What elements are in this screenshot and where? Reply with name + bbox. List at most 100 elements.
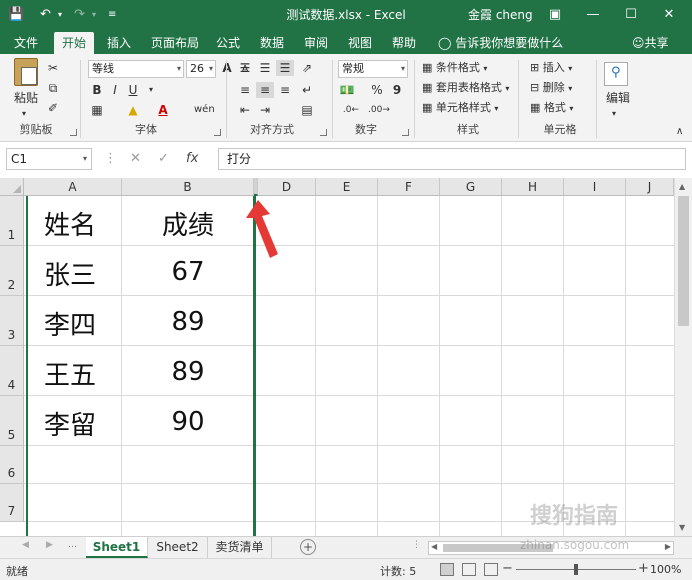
- editing-button[interactable]: 编辑: [606, 90, 630, 106]
- number-launcher-icon[interactable]: [402, 129, 409, 136]
- scroll-right-icon[interactable]: ▶: [665, 542, 671, 551]
- tab-help[interactable]: 帮助: [386, 32, 422, 54]
- vertical-scroll-thumb[interactable]: [678, 196, 689, 326]
- column-header-h[interactable]: H: [502, 178, 564, 196]
- close-icon[interactable]: ✕: [658, 4, 680, 26]
- delete-cells-button[interactable]: ⊟ 删除 ▾: [530, 80, 572, 97]
- ribbon-display-icon[interactable]: ▣: [544, 4, 566, 26]
- page-layout-view-icon[interactable]: [462, 563, 476, 576]
- tab-home[interactable]: 开始: [54, 32, 94, 54]
- column-header-a[interactable]: A: [24, 178, 122, 196]
- tab-page-layout[interactable]: 页面布局: [146, 32, 204, 54]
- collapse-ribbon-icon[interactable]: ∧: [676, 124, 683, 140]
- format-cells-button[interactable]: ▦ 格式 ▾: [530, 100, 573, 117]
- font-name-select[interactable]: 等线 ▾: [88, 60, 184, 78]
- cell-b5[interactable]: 90: [122, 402, 254, 442]
- column-header-i[interactable]: I: [564, 178, 626, 196]
- cell-a3[interactable]: 李四: [44, 306, 96, 346]
- formula-input[interactable]: 打分: [218, 148, 686, 170]
- column-header-j[interactable]: J: [626, 178, 674, 196]
- insert-cells-button[interactable]: ⊞ 插入 ▾: [530, 60, 572, 77]
- zoom-level[interactable]: 100%: [650, 563, 681, 576]
- user-name[interactable]: 金霞 cheng: [468, 6, 533, 24]
- cancel-icon[interactable]: ✕: [130, 148, 141, 170]
- column-header-b[interactable]: B: [122, 178, 254, 196]
- bold-button[interactable]: B: [88, 82, 106, 98]
- zoom-in-button[interactable]: +: [638, 561, 649, 576]
- column-header-g[interactable]: G: [440, 178, 502, 196]
- copy-icon[interactable]: ⧉: [44, 80, 62, 96]
- add-sheet-button[interactable]: +: [300, 539, 316, 555]
- font-color-icon[interactable]: A: [154, 102, 172, 118]
- minimize-icon[interactable]: —: [582, 4, 604, 26]
- formula-bar-options-icon[interactable]: ⋮: [104, 148, 117, 170]
- maximize-icon[interactable]: ☐: [620, 4, 642, 26]
- row-header-5[interactable]: 5: [0, 396, 24, 446]
- align-right-icon[interactable]: ≡: [276, 82, 294, 98]
- page-break-view-icon[interactable]: [484, 563, 498, 576]
- paste-icon[interactable]: [14, 58, 38, 86]
- phonetic-icon[interactable]: wén: [194, 102, 215, 118]
- clipboard-launcher-icon[interactable]: [70, 129, 77, 136]
- name-box[interactable]: C1 ▾: [6, 148, 92, 170]
- column-header-e[interactable]: E: [316, 178, 378, 196]
- cut-icon[interactable]: ✂: [44, 60, 62, 76]
- cell-a5[interactable]: 李留: [44, 406, 96, 446]
- row-header-1[interactable]: 1: [0, 196, 24, 246]
- vertical-scrollbar[interactable]: ▲ ▼: [674, 178, 692, 536]
- worksheet-grid[interactable]: A B D E F G H I J 1 2 3 4 5 6 7 姓名 成绩 张三…: [0, 178, 692, 536]
- wrap-text-icon[interactable]: ↵: [298, 82, 316, 98]
- sheet-tab-sheet1[interactable]: Sheet1: [86, 537, 148, 558]
- cell-a1[interactable]: 姓名: [44, 206, 96, 246]
- indent-increase-icon[interactable]: ⇥: [256, 102, 274, 118]
- insert-function-button[interactable]: fx: [186, 148, 198, 170]
- tab-data[interactable]: 数据: [254, 32, 290, 54]
- font-launcher-icon[interactable]: [214, 129, 221, 136]
- font-size-select[interactable]: 26 ▾: [186, 60, 216, 78]
- cell-a2[interactable]: 张三: [44, 256, 96, 296]
- format-as-table-button[interactable]: ▦ 套用表格格式 ▾: [422, 80, 509, 97]
- zoom-out-button[interactable]: −: [502, 561, 513, 576]
- sheet-tab-sheet2[interactable]: Sheet2: [148, 537, 208, 558]
- zoom-slider[interactable]: [516, 564, 636, 575]
- indent-decrease-icon[interactable]: ⇤: [236, 102, 254, 118]
- normal-view-icon[interactable]: [440, 563, 454, 576]
- italic-button[interactable]: I: [106, 82, 124, 98]
- align-center-icon[interactable]: ≡: [256, 82, 274, 98]
- percent-button[interactable]: %: [368, 82, 386, 98]
- row-header-6[interactable]: 6: [0, 446, 24, 484]
- search-icon[interactable]: ⚲: [604, 62, 628, 86]
- currency-icon[interactable]: 💵: [338, 82, 356, 98]
- scroll-left-icon[interactable]: ◀: [431, 542, 437, 551]
- increase-decimal-icon[interactable]: .0←: [342, 102, 360, 118]
- cell-b1[interactable]: 成绩: [122, 206, 254, 246]
- scroll-up-icon[interactable]: ▲: [679, 182, 685, 191]
- tab-view[interactable]: 视图: [342, 32, 378, 54]
- align-left-icon[interactable]: ≡: [236, 82, 254, 98]
- row-header-7[interactable]: 7: [0, 484, 24, 522]
- cell-b2[interactable]: 67: [122, 252, 254, 292]
- cell-b3[interactable]: 89: [122, 302, 254, 342]
- underline-button[interactable]: U: [124, 82, 142, 98]
- number-format-select[interactable]: 常规 ▾: [338, 60, 408, 78]
- tab-file[interactable]: 文件: [6, 32, 46, 54]
- paste-button[interactable]: 粘贴: [14, 90, 38, 106]
- underline-dropdown-icon[interactable]: ▾: [142, 82, 160, 98]
- tell-me-box[interactable]: ◯ 告诉我你想要做什么: [438, 32, 563, 54]
- row-header-2[interactable]: 2: [0, 246, 24, 296]
- sheet-more-icon[interactable]: …: [68, 540, 77, 550]
- cell-styles-button[interactable]: ▦ 单元格样式 ▾: [422, 100, 498, 117]
- text-orientation-icon[interactable]: ⇗: [298, 60, 316, 76]
- merge-center-icon[interactable]: ▤: [298, 102, 316, 118]
- comma-button[interactable]: 9: [388, 82, 406, 98]
- format-painter-icon[interactable]: ✐: [44, 100, 62, 116]
- enter-check-icon[interactable]: ✓: [158, 148, 169, 170]
- font-grow-icon[interactable]: A: [218, 60, 236, 76]
- row-header-3[interactable]: 3: [0, 296, 24, 346]
- align-middle-icon[interactable]: ☰: [256, 60, 274, 76]
- share-button[interactable]: ☺共享: [632, 32, 669, 54]
- paste-dropdown-icon[interactable]: ▾: [22, 106, 26, 122]
- align-bottom-icon[interactable]: ☰: [276, 60, 294, 76]
- align-top-icon[interactable]: ☰: [236, 60, 254, 76]
- select-all-button[interactable]: [0, 178, 24, 196]
